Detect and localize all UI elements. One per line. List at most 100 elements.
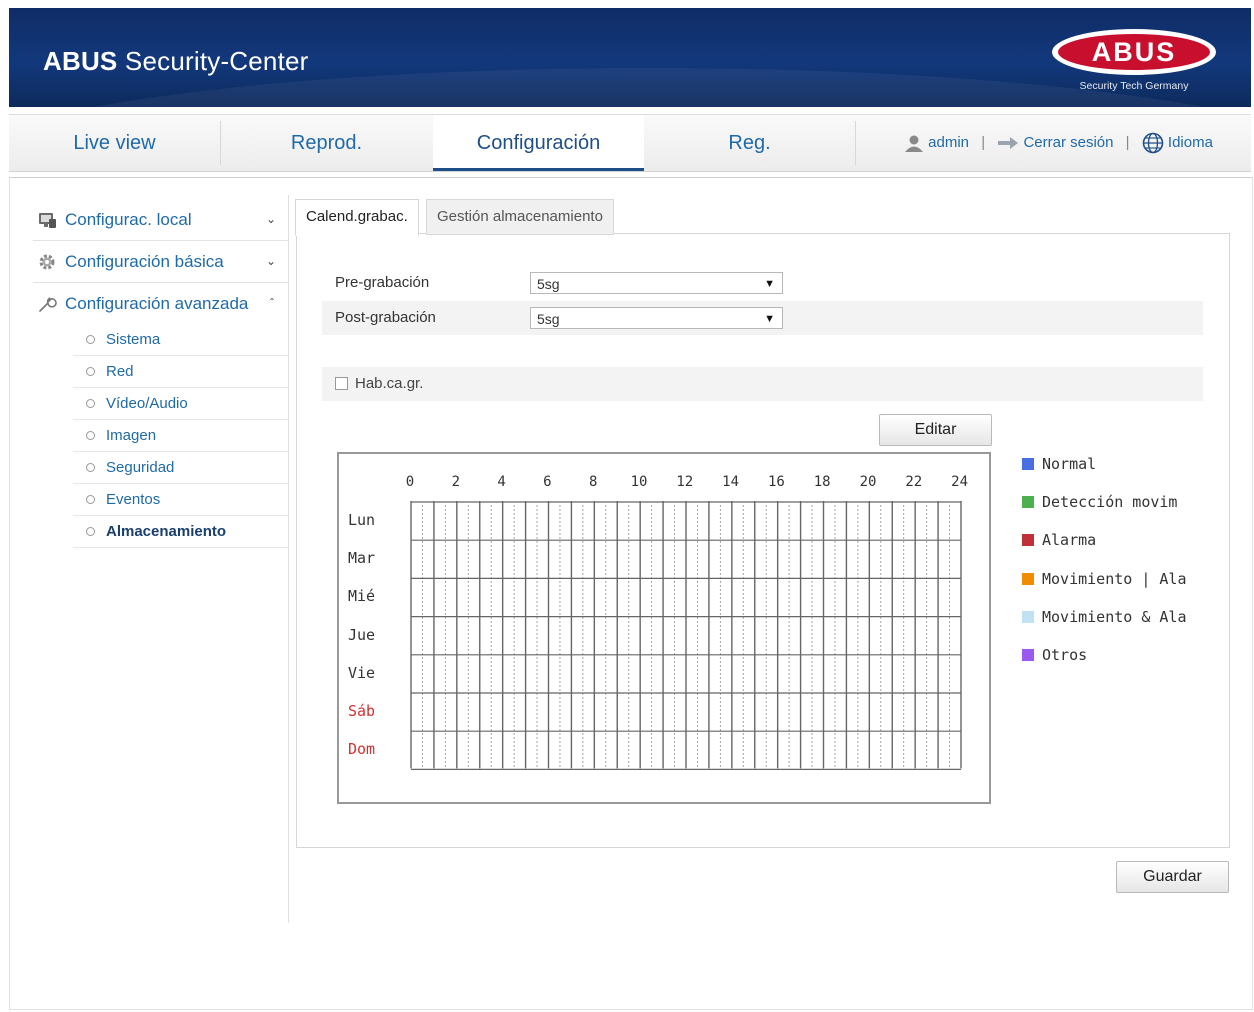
sidebar-subitem-eventos[interactable]: Eventos (73, 484, 288, 516)
hour-label: 14 (722, 474, 740, 490)
sidebar-item-label: Configurac. local (65, 210, 192, 229)
tab-live-view[interactable]: Live view (9, 115, 220, 171)
hour-label: 24 (951, 474, 969, 490)
logo-text: ABUS (1092, 37, 1177, 67)
enable-recording-row: Hab.ca.gr. (322, 367, 1203, 401)
header-banner: ABUS Security-Center ABUS Security Tech … (9, 8, 1251, 107)
day-label: Vie (348, 663, 376, 682)
tab-configuracion[interactable]: Configuración (433, 115, 644, 171)
legend-swatch (1022, 458, 1034, 470)
sidebar-subitem-sistema[interactable]: Sistema (73, 324, 288, 356)
day-label: Jue (348, 625, 376, 644)
legend-label: Detección movim (1042, 493, 1178, 512)
subitem-label: Seguridad (106, 459, 175, 476)
bullet-icon (86, 527, 95, 536)
tab-gestion-almacenamiento[interactable]: Gestión almacenamiento (426, 199, 614, 235)
globe-icon (1142, 132, 1164, 154)
subitem-label: Imagen (106, 427, 157, 444)
app-title-product: Security-Center (124, 46, 309, 76)
language-link[interactable]: Idioma (1168, 134, 1213, 151)
sidebar: Configurac. local ⌄ Configuración básica… (33, 199, 288, 548)
legend-label: Otros (1042, 646, 1088, 664)
hour-label: 20 (859, 474, 877, 490)
pre-recording-row: Pre-grabación 5sg ▼ (322, 266, 1203, 300)
legend-swatch (1022, 496, 1034, 509)
bullet-icon (86, 367, 95, 376)
schedule-grid[interactable] (410, 501, 963, 773)
enable-recording-checkbox[interactable] (335, 377, 348, 390)
sidebar-subitem-video-audio[interactable]: Vídeo/Audio (73, 388, 288, 420)
legend-swatch (1022, 572, 1034, 585)
nav-divider (855, 121, 856, 165)
legend-label: Alarma (1042, 531, 1097, 550)
sidebar-item-label: Configuración avanzada (65, 294, 249, 313)
username[interactable]: admin (928, 134, 969, 151)
hour-label: 8 (588, 474, 598, 490)
hour-label: 10 (630, 474, 648, 490)
sidebar-subitem-seguridad[interactable]: Seguridad (73, 452, 288, 484)
hour-label: 16 (767, 474, 785, 490)
sidebar-divider (288, 195, 289, 923)
logo-tagline: Security Tech Germany (1080, 80, 1190, 92)
sidebar-subitem-almacenamiento[interactable]: Almacenamiento (73, 516, 288, 548)
monitor-icon (39, 213, 56, 228)
legend-label: Movimiento & Ala (1042, 607, 1187, 626)
hour-label: 12 (676, 474, 694, 490)
subitem-label: Red (106, 363, 134, 380)
logout-link[interactable]: Cerrar sesión (1023, 134, 1113, 151)
post-recording-row: Post-grabación 5sg ▼ (322, 301, 1203, 335)
tab-reg[interactable]: Reg. (644, 115, 855, 171)
day-label: Mié (348, 587, 376, 606)
subitem-label: Vídeo/Audio (106, 395, 188, 412)
separator: | (981, 134, 986, 151)
edit-button[interactable]: Editar (879, 414, 992, 446)
post-recording-select[interactable]: 5sg ▼ (530, 307, 783, 329)
user-icon (905, 135, 923, 153)
pre-recording-label: Pre-grabación (335, 274, 430, 291)
hour-label: 18 (813, 474, 831, 490)
legend-label: Normal (1042, 455, 1097, 473)
bullet-icon (86, 399, 95, 408)
sidebar-subitem-red[interactable]: Red (73, 356, 288, 388)
enable-recording-label: Hab.ca.gr. (355, 375, 424, 392)
bullet-icon (86, 335, 95, 344)
sidebar-item-configurac-local[interactable]: Configurac. local ⌄ (33, 199, 288, 241)
sidebar-item-configuracion-avanzada[interactable]: Configuración avanzada ˆ (33, 283, 288, 324)
hour-label: 22 (905, 474, 923, 490)
bullet-icon (86, 431, 95, 440)
chevron-down-icon: ⌄ (265, 212, 276, 226)
bullet-icon (86, 463, 95, 472)
day-label: Mar (348, 549, 376, 568)
dropdown-arrow-icon: ▼ (764, 313, 775, 325)
separator: | (1125, 134, 1130, 151)
day-label: Lun (348, 511, 376, 529)
post-recording-label: Post-grabación (335, 309, 436, 326)
hour-label: 6 (543, 474, 552, 490)
chevron-up-icon: ˆ (270, 296, 274, 310)
hour-label: 4 (497, 474, 506, 490)
legend-label: Movimiento | Ala (1042, 569, 1187, 588)
hour-label: 2 (451, 474, 461, 490)
tab-calend-grabac[interactable]: Calend.grabac. (295, 199, 419, 236)
app-title: ABUS Security-Center (43, 46, 309, 77)
dropdown-arrow-icon: ▼ (764, 278, 775, 290)
pre-recording-select[interactable]: 5sg ▼ (530, 272, 783, 294)
save-button[interactable]: Guardar (1116, 861, 1229, 893)
pre-recording-value: 5sg (537, 276, 560, 292)
chevron-down-icon: ⌄ (265, 254, 276, 268)
main-nav: Live view Reprod. Configuración Reg. adm… (9, 114, 1251, 172)
sidebar-subitem-imagen[interactable]: Imagen (73, 420, 288, 452)
logout-icon (998, 137, 1019, 150)
day-label: Dom (348, 740, 376, 759)
sidebar-item-configuracion-basica[interactable]: Configuración básica ⌄ (33, 241, 288, 283)
tab-reprod[interactable]: Reprod. (221, 115, 432, 171)
bullet-icon (86, 495, 95, 504)
subitem-label: Eventos (106, 491, 161, 508)
day-label: Sáb (348, 702, 376, 720)
hour-label: 0 (405, 474, 415, 490)
subitem-label: Sistema (106, 331, 161, 348)
abus-logo: ABUS Security Tech Germany (1052, 29, 1216, 92)
subitem-label: Almacenamiento (106, 523, 227, 540)
legend-swatch (1022, 610, 1034, 623)
app-title-brand: ABUS (43, 46, 118, 76)
